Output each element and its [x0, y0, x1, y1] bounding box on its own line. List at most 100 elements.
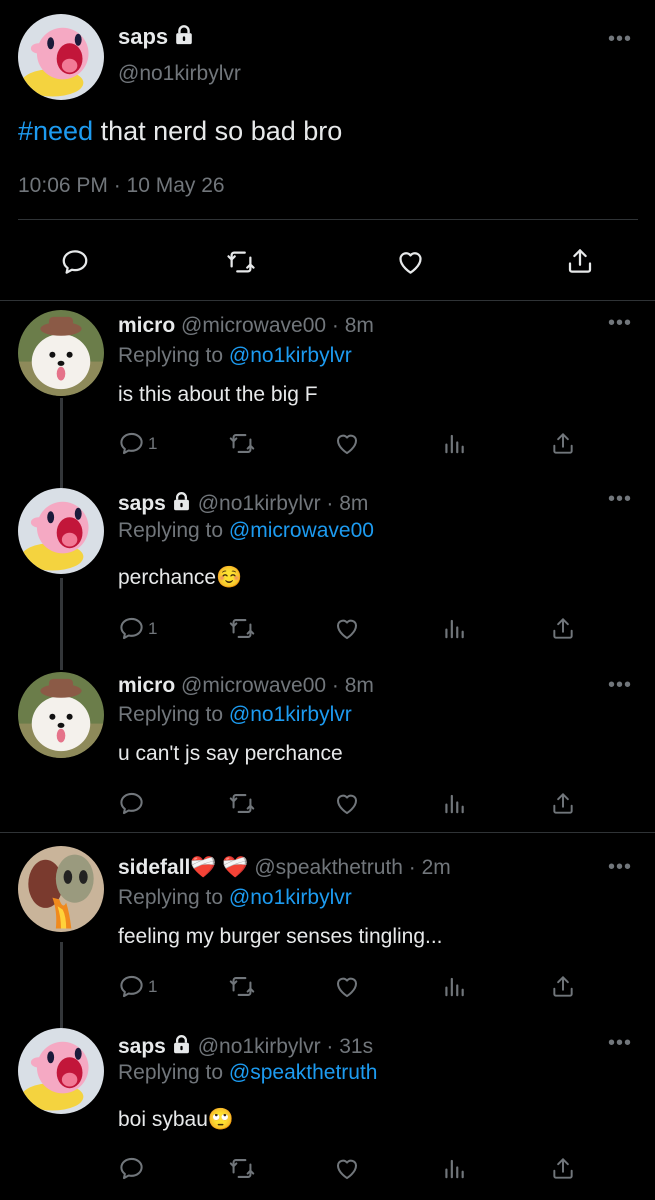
more-options-icon[interactable]: ••• [608, 489, 632, 509]
reply-icon [118, 973, 145, 1000]
reply-time: · 2m [408, 856, 451, 879]
reply-text: feeling my burger senses tingling... [118, 925, 443, 948]
retweet-button[interactable] [228, 430, 256, 457]
replying-prefix: Replying to [118, 344, 224, 367]
more-options-icon[interactable]: ••• [608, 1033, 632, 1053]
reply-author-name[interactable]: micro [118, 314, 175, 337]
kirby-avatar [18, 1028, 104, 1114]
retweet-icon [228, 1155, 256, 1182]
reply-avatar[interactable] [18, 310, 104, 396]
main-like-button[interactable] [395, 247, 426, 277]
retweet-button[interactable] [228, 790, 256, 817]
reply-button[interactable]: 1 [118, 615, 157, 642]
reply-author-name[interactable]: saps [118, 492, 166, 515]
reply-avatar[interactable] [18, 846, 104, 932]
reply-count: 1 [148, 433, 158, 453]
retweet-button[interactable] [228, 1155, 256, 1182]
hashtag-link[interactable]: #need [18, 116, 93, 146]
reply-author-name[interactable]: micro [118, 674, 175, 697]
share-button[interactable] [550, 1155, 576, 1182]
reply-time: · 31s [326, 1035, 374, 1058]
lock-icon [173, 24, 195, 46]
more-options-icon[interactable]: ••• [608, 313, 632, 333]
replying-to-link[interactable]: @no1kirbylvr [229, 886, 352, 909]
retweet-icon [228, 615, 256, 642]
replying-to-link[interactable]: @no1kirbylvr [229, 344, 352, 367]
replying-to-link[interactable]: @speakthetruth [229, 1061, 378, 1084]
section-divider [0, 300, 655, 301]
dog-avatar [18, 310, 104, 396]
stats-button[interactable] [441, 1155, 467, 1182]
replying-to-link[interactable]: @microwave00 [229, 519, 374, 542]
stats-button[interactable] [441, 973, 467, 1000]
share-icon [550, 430, 576, 457]
share-icon [550, 790, 576, 817]
reply-button[interactable] [118, 790, 148, 817]
like-button[interactable] [333, 973, 361, 1000]
replying-prefix: Replying to [118, 886, 224, 909]
like-button[interactable] [333, 615, 361, 642]
like-button[interactable] [333, 1155, 361, 1182]
reply-author-name[interactable]: saps [118, 1035, 166, 1058]
reply-author-handle[interactable]: @no1kirbylvr [198, 492, 321, 515]
main-avatar[interactable] [18, 14, 104, 100]
share-icon [550, 973, 576, 1000]
share-button[interactable] [550, 973, 576, 1000]
replying-to-link[interactable]: @no1kirbylvr [229, 703, 352, 726]
reply-header: micro @microwave00 · 8m [118, 314, 374, 338]
share-button[interactable] [550, 615, 576, 642]
reply-text: boi sybau🙄 [118, 1108, 235, 1131]
share-icon [550, 615, 576, 642]
retweet-icon [225, 247, 257, 277]
share-button[interactable] [550, 430, 576, 457]
like-button[interactable] [333, 430, 361, 457]
reply-icon [60, 247, 90, 277]
reply-author-name[interactable]: sidefall❤️‍🩹 ❤️‍🩹 [118, 856, 249, 879]
timestamp-divider [18, 219, 638, 220]
reply-icon [118, 615, 145, 642]
main-share-button[interactable] [565, 246, 595, 276]
replying-to-line: Replying to @no1kirbylvr [118, 886, 352, 910]
share-button[interactable] [550, 790, 576, 817]
reply-avatar[interactable] [18, 672, 104, 758]
replying-to-line: Replying to @speakthetruth [118, 1061, 377, 1085]
retweet-icon [228, 430, 256, 457]
stats-icon [441, 790, 467, 817]
kirby-avatar-image [18, 14, 104, 100]
stats-icon [441, 1155, 467, 1182]
stats-button[interactable] [441, 615, 467, 642]
heart-icon [333, 973, 361, 1000]
reply-header: saps @no1kirbylvr · 8m [118, 491, 368, 516]
replying-prefix: Replying to [118, 1061, 224, 1084]
reply-text: is this about the big F [118, 383, 318, 406]
reply-author-handle[interactable]: @microwave00 [181, 314, 326, 337]
more-options-icon[interactable]: ••• [608, 29, 632, 49]
retweet-button[interactable] [228, 615, 256, 642]
main-timestamp[interactable]: 10:06 PM · 10 May 26 [18, 174, 225, 198]
reply-icon [118, 790, 145, 817]
reply-button[interactable]: 1 [118, 430, 157, 457]
more-options-icon[interactable]: ••• [608, 857, 632, 877]
reply-avatar[interactable] [18, 488, 104, 574]
reply-text: u can't js say perchance [118, 742, 343, 765]
retweet-button[interactable] [228, 973, 256, 1000]
stats-icon [441, 973, 467, 1000]
reply-author-handle[interactable]: @speakthetruth [254, 856, 403, 879]
reply-button[interactable] [118, 1155, 148, 1182]
stats-button[interactable] [441, 430, 467, 457]
main-retweet-button[interactable] [225, 247, 257, 277]
reply-icon [118, 430, 145, 457]
like-button[interactable] [333, 790, 361, 817]
replying-to-line: Replying to @microwave00 [118, 519, 374, 543]
more-options-icon[interactable]: ••• [608, 675, 632, 695]
reply-author-handle[interactable]: @microwave00 [181, 674, 326, 697]
main-reply-button[interactable] [60, 247, 90, 277]
thread-line [60, 398, 63, 488]
stats-button[interactable] [441, 790, 467, 817]
reply-header: sidefall❤️‍🩹 ❤️‍🩹 @speakthetruth · 2m [118, 856, 451, 880]
main-author-handle[interactable]: @no1kirbylvr [118, 62, 241, 86]
main-author-name[interactable]: saps [118, 24, 195, 50]
reply-author-handle[interactable]: @no1kirbylvr [198, 1035, 321, 1058]
reply-avatar[interactable] [18, 1028, 104, 1114]
reply-button[interactable]: 1 [118, 973, 157, 1000]
